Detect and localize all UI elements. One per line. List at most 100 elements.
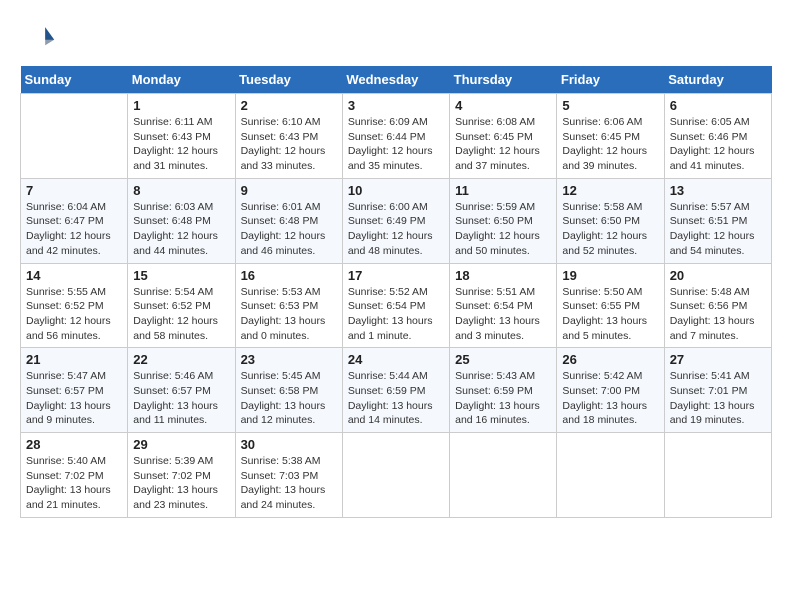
cell-info: Sunrise: 5:50 AMSunset: 6:55 PMDaylight:… bbox=[562, 285, 658, 344]
calendar-cell: 2 Sunrise: 6:10 AMSunset: 6:43 PMDaylight… bbox=[235, 94, 342, 179]
day-number: 26 bbox=[562, 352, 658, 367]
calendar-week-5: 28Sunrise: 5:40 AMSunset: 7:02 PMDayligh… bbox=[21, 433, 772, 518]
day-number: 17 bbox=[348, 268, 444, 283]
day-number: 22 bbox=[133, 352, 229, 367]
day-number: 30 bbox=[241, 437, 337, 452]
calendar-cell: 15Sunrise: 5:54 AMSunset: 6:52 PMDayligh… bbox=[128, 263, 235, 348]
calendar-cell: 29 Sunrise: 5:39 AMSunset: 7:02 PMDayligh… bbox=[128, 433, 235, 518]
day-number: 20 bbox=[670, 268, 766, 283]
cell-info: Sunrise: 5:40 AMSunset: 7:02 PMDaylight:… bbox=[26, 454, 122, 513]
calendar-cell: 4 Sunrise: 6:08 AMSunset: 6:45 PMDaylight… bbox=[450, 94, 557, 179]
calendar-cell: 30 Sunrise: 5:38 AMSunset: 7:03 PMDayligh… bbox=[235, 433, 342, 518]
header bbox=[20, 20, 772, 56]
cell-info: Sunrise: 6:08 AMSunset: 6:45 PMDaylight:… bbox=[455, 115, 551, 174]
calendar-week-3: 14 Sunrise: 5:55 AMSunset: 6:52 PMDayligh… bbox=[21, 263, 772, 348]
calendar-cell: 23 Sunrise: 5:45 AMSunset: 6:58 PMDayligh… bbox=[235, 348, 342, 433]
calendar-cell: 18Sunrise: 5:51 AMSunset: 6:54 PMDayligh… bbox=[450, 263, 557, 348]
cell-info: Sunrise: 5:52 AMSunset: 6:54 PMDaylight:… bbox=[348, 285, 444, 344]
day-header-sunday: Sunday bbox=[21, 66, 128, 94]
cell-info: Sunrise: 6:11 AMSunset: 6:43 PMDaylight:… bbox=[133, 115, 229, 174]
day-header-saturday: Saturday bbox=[664, 66, 771, 94]
day-number: 12 bbox=[562, 183, 658, 198]
calendar-cell: 27 Sunrise: 5:41 AMSunset: 7:01 PMDayligh… bbox=[664, 348, 771, 433]
calendar-cell: 3 Sunrise: 6:09 AMSunset: 6:44 PMDaylight… bbox=[342, 94, 449, 179]
cell-info: Sunrise: 6:00 AMSunset: 6:49 PMDaylight:… bbox=[348, 200, 444, 259]
day-number: 11 bbox=[455, 183, 551, 198]
calendar-cell: 10 Sunrise: 6:00 AMSunset: 6:49 PMDayligh… bbox=[342, 178, 449, 263]
calendar-cell: 6 Sunrise: 6:05 AMSunset: 6:46 PMDaylight… bbox=[664, 94, 771, 179]
calendar-cell: 21 Sunrise: 5:47 AMSunset: 6:57 PMDayligh… bbox=[21, 348, 128, 433]
logo bbox=[20, 20, 60, 56]
day-number: 6 bbox=[670, 98, 766, 113]
day-number: 1 bbox=[133, 98, 229, 113]
day-header-tuesday: Tuesday bbox=[235, 66, 342, 94]
cell-info: Sunrise: 5:38 AMSunset: 7:03 PMDaylight:… bbox=[241, 454, 337, 513]
cell-info: Sunrise: 6:03 AMSunset: 6:48 PMDaylight:… bbox=[133, 200, 229, 259]
calendar-cell: 11 Sunrise: 5:59 AMSunset: 6:50 PMDayligh… bbox=[450, 178, 557, 263]
calendar-cell: 13 Sunrise: 5:57 AMSunset: 6:51 PMDayligh… bbox=[664, 178, 771, 263]
day-number: 24 bbox=[348, 352, 444, 367]
day-number: 3 bbox=[348, 98, 444, 113]
cell-info: Sunrise: 6:09 AMSunset: 6:44 PMDaylight:… bbox=[348, 115, 444, 174]
cell-info: Sunrise: 5:45 AMSunset: 6:58 PMDaylight:… bbox=[241, 369, 337, 428]
cell-info: Sunrise: 5:55 AMSunset: 6:52 PMDaylight:… bbox=[26, 285, 122, 344]
day-number: 25 bbox=[455, 352, 551, 367]
day-number: 16 bbox=[241, 268, 337, 283]
day-header-friday: Friday bbox=[557, 66, 664, 94]
calendar-cell: 24 Sunrise: 5:44 AMSunset: 6:59 PMDayligh… bbox=[342, 348, 449, 433]
cell-info: Sunrise: 5:46 AMSunset: 6:57 PMDaylight:… bbox=[133, 369, 229, 428]
cell-info: Sunrise: 5:43 AMSunset: 6:59 PMDaylight:… bbox=[455, 369, 551, 428]
cell-info: Sunrise: 5:44 AMSunset: 6:59 PMDaylight:… bbox=[348, 369, 444, 428]
cell-info: Sunrise: 6:06 AMSunset: 6:45 PMDaylight:… bbox=[562, 115, 658, 174]
calendar-cell bbox=[557, 433, 664, 518]
calendar-cell: 20 Sunrise: 5:48 AMSunset: 6:56 PMDayligh… bbox=[664, 263, 771, 348]
cell-info: Sunrise: 6:10 AMSunset: 6:43 PMDaylight:… bbox=[241, 115, 337, 174]
calendar-cell: 5 Sunrise: 6:06 AMSunset: 6:45 PMDaylight… bbox=[557, 94, 664, 179]
calendar-body: 1 Sunrise: 6:11 AMSunset: 6:43 PMDaylight… bbox=[21, 94, 772, 518]
calendar-week-1: 1 Sunrise: 6:11 AMSunset: 6:43 PMDaylight… bbox=[21, 94, 772, 179]
calendar-cell: 12Sunrise: 5:58 AMSunset: 6:50 PMDayligh… bbox=[557, 178, 664, 263]
cell-info: Sunrise: 6:04 AMSunset: 6:47 PMDaylight:… bbox=[26, 200, 122, 259]
cell-info: Sunrise: 5:57 AMSunset: 6:51 PMDaylight:… bbox=[670, 200, 766, 259]
cell-info: Sunrise: 6:01 AMSunset: 6:48 PMDaylight:… bbox=[241, 200, 337, 259]
calendar-cell: 9 Sunrise: 6:01 AMSunset: 6:48 PMDaylight… bbox=[235, 178, 342, 263]
cell-info: Sunrise: 5:53 AMSunset: 6:53 PMDaylight:… bbox=[241, 285, 337, 344]
calendar-cell bbox=[664, 433, 771, 518]
day-number: 29 bbox=[133, 437, 229, 452]
calendar-week-4: 21 Sunrise: 5:47 AMSunset: 6:57 PMDayligh… bbox=[21, 348, 772, 433]
day-number: 21 bbox=[26, 352, 122, 367]
day-number: 10 bbox=[348, 183, 444, 198]
day-number: 23 bbox=[241, 352, 337, 367]
day-number: 27 bbox=[670, 352, 766, 367]
cell-info: Sunrise: 5:51 AMSunset: 6:54 PMDaylight:… bbox=[455, 285, 551, 344]
day-number: 2 bbox=[241, 98, 337, 113]
day-number: 5 bbox=[562, 98, 658, 113]
calendar-cell bbox=[21, 94, 128, 179]
calendar-cell: 26 Sunrise: 5:42 AMSunset: 7:00 PMDayligh… bbox=[557, 348, 664, 433]
calendar-week-2: 7Sunrise: 6:04 AMSunset: 6:47 PMDaylight… bbox=[21, 178, 772, 263]
cell-info: Sunrise: 5:41 AMSunset: 7:01 PMDaylight:… bbox=[670, 369, 766, 428]
day-number: 13 bbox=[670, 183, 766, 198]
calendar-cell: 14 Sunrise: 5:55 AMSunset: 6:52 PMDayligh… bbox=[21, 263, 128, 348]
calendar-cell: 28Sunrise: 5:40 AMSunset: 7:02 PMDayligh… bbox=[21, 433, 128, 518]
logo-icon bbox=[20, 20, 56, 56]
cell-info: Sunrise: 5:47 AMSunset: 6:57 PMDaylight:… bbox=[26, 369, 122, 428]
cell-info: Sunrise: 5:48 AMSunset: 6:56 PMDaylight:… bbox=[670, 285, 766, 344]
day-number: 4 bbox=[455, 98, 551, 113]
day-number: 15 bbox=[133, 268, 229, 283]
day-number: 14 bbox=[26, 268, 122, 283]
calendar-cell: 7Sunrise: 6:04 AMSunset: 6:47 PMDaylight… bbox=[21, 178, 128, 263]
day-header-thursday: Thursday bbox=[450, 66, 557, 94]
day-number: 8 bbox=[133, 183, 229, 198]
day-number: 9 bbox=[241, 183, 337, 198]
calendar-cell bbox=[342, 433, 449, 518]
day-header-wednesday: Wednesday bbox=[342, 66, 449, 94]
cell-info: Sunrise: 5:42 AMSunset: 7:00 PMDaylight:… bbox=[562, 369, 658, 428]
calendar-cell: 8 Sunrise: 6:03 AMSunset: 6:48 PMDaylight… bbox=[128, 178, 235, 263]
calendar-cell bbox=[450, 433, 557, 518]
calendar-cell: 17 Sunrise: 5:52 AMSunset: 6:54 PMDayligh… bbox=[342, 263, 449, 348]
calendar-cell: 22 Sunrise: 5:46 AMSunset: 6:57 PMDayligh… bbox=[128, 348, 235, 433]
cell-info: Sunrise: 6:05 AMSunset: 6:46 PMDaylight:… bbox=[670, 115, 766, 174]
cell-info: Sunrise: 5:59 AMSunset: 6:50 PMDaylight:… bbox=[455, 200, 551, 259]
cell-info: Sunrise: 5:39 AMSunset: 7:02 PMDaylight:… bbox=[133, 454, 229, 513]
